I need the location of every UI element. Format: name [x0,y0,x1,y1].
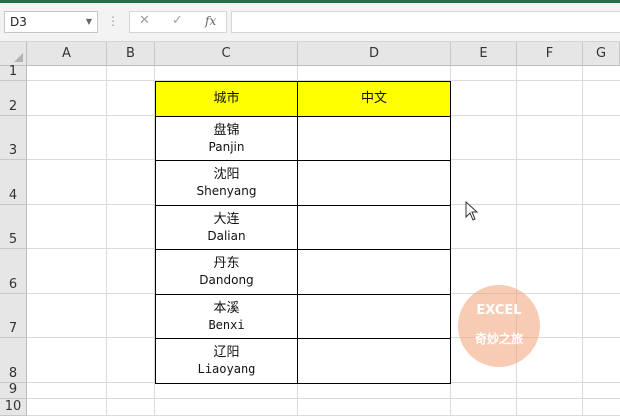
chinese-cell[interactable] [297,205,451,250]
header-cell-chinese[interactable]: 中文 [297,81,451,117]
row-header-4[interactable]: 4 [0,160,27,205]
function-icon[interactable]: fx [205,14,216,28]
row-number: 10 [4,399,22,414]
formula-input[interactable] [231,11,620,33]
city-name-zh: 本溪 [213,300,240,316]
row-number: 7 [8,321,18,336]
cancel-icon[interactable]: ✕ [139,13,150,28]
city-name-en: Liaoyang [197,362,256,376]
row-header-3[interactable]: 3 [0,116,27,160]
column-header-c[interactable]: C [155,42,298,66]
name-box[interactable]: D3 ▼ [4,11,98,33]
select-all-corner[interactable] [0,42,27,66]
formula-bar-splitter[interactable]: ⋮ [107,14,119,28]
city-name-en: Shenyang [196,184,257,198]
city-cell[interactable]: 盘锦 Panjin [155,116,298,161]
chinese-cell[interactable] [297,160,451,206]
column-header-d[interactable]: D [298,42,451,66]
city-name-zh: 沈阳 [213,167,240,182]
city-name-en: Dalian [207,228,246,243]
worksheet-grid[interactable]: A B C D E F G 1 2 3 4 5 6 7 8 9 10 城市 中文… [0,42,620,416]
row-number: 8 [8,366,18,381]
formula-bar: D3 ▼ ⋮ ✕ ✓ fx [0,3,620,42]
row-header-2[interactable]: 2 [0,81,27,116]
city-name-zh: 丹东 [213,256,240,271]
city-cell[interactable]: 本溪 Benxi [155,294,298,339]
gridline [106,66,107,416]
city-name-zh: 盘锦 [213,122,240,138]
row-header-8[interactable]: 8 [0,338,27,383]
chinese-cell[interactable] [297,249,451,295]
dropdown-caret-icon[interactable]: ▼ [86,12,92,32]
watermark-badge: EXCEL 奇妙之旅 [458,285,540,367]
watermark-line2: 奇妙之旅 [474,332,523,346]
city-cell[interactable]: 丹东 Dandong [155,249,298,295]
row-header-9[interactable]: 9 [0,382,27,399]
city-name-en: Benxi [208,317,245,332]
row-header-1[interactable]: 1 [0,64,27,81]
city-cell[interactable]: 大连 Dalian [155,205,298,250]
row-header-7[interactable]: 7 [0,294,27,338]
city-name-zh: 大连 [213,211,240,227]
row-number: 2 [8,99,18,114]
row-header-6[interactable]: 6 [0,249,27,294]
city-name-en: Panjin [208,139,245,154]
column-header-b[interactable]: B [107,42,155,66]
column-header-f[interactable]: F [517,42,583,66]
chinese-cell[interactable] [297,294,451,339]
chinese-cell[interactable] [297,338,451,384]
row-number: 6 [8,277,18,292]
row-header-10[interactable]: 10 [0,399,27,416]
city-name-zh: 辽阳 [213,345,240,360]
mouse-pointer-icon [465,201,479,221]
gridline [516,66,517,416]
enter-icon[interactable]: ✓ [172,13,183,28]
column-header-g[interactable]: G [583,42,620,66]
name-box-value: D3 [10,15,27,29]
header-cell-city[interactable]: 城市 [155,81,298,117]
row-number: 5 [8,232,18,247]
watermark-line1: EXCEL [476,303,522,318]
chinese-cell-selected[interactable] [297,116,451,161]
gridline [582,66,583,416]
column-header-a[interactable]: A [27,42,107,66]
row-number: 4 [8,188,18,203]
formula-buttons: ✕ ✓ fx [129,11,227,33]
row-number: 1 [8,64,18,79]
row-number: 3 [8,143,18,158]
row-header-5[interactable]: 5 [0,205,27,249]
column-header-e[interactable]: E [451,42,517,66]
city-cell[interactable]: 辽阳 Liaoyang [155,338,298,384]
city-name-en: Dandong [199,273,254,287]
gridline [27,398,620,399]
row-number: 9 [8,382,18,397]
city-cell[interactable]: 沈阳 Shenyang [155,160,298,206]
